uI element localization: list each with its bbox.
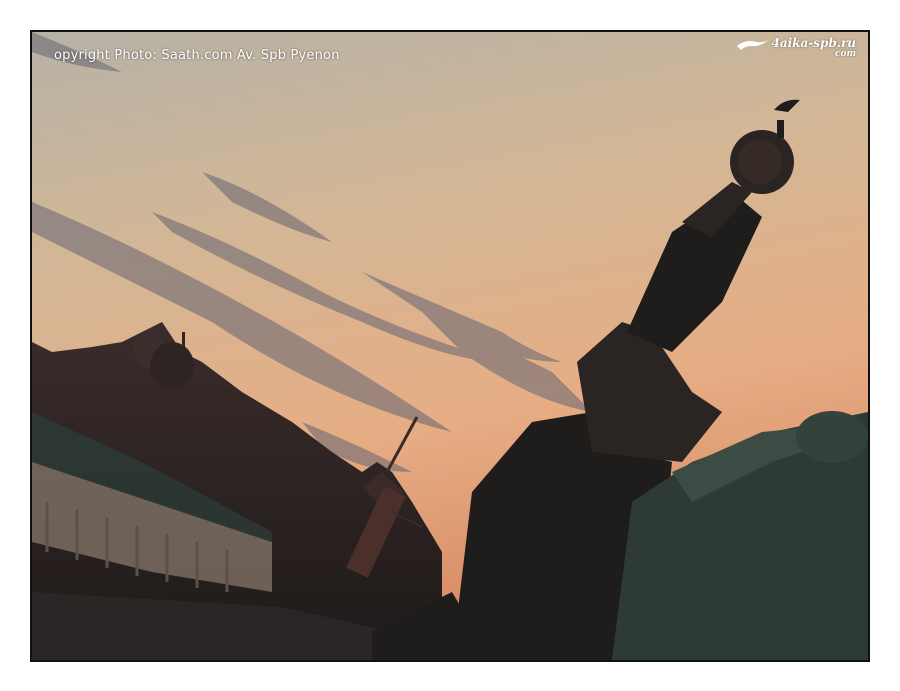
photo-frame: opyright Photo: Saath.com Av. Spb Pyenon… [30,30,870,662]
logo-line2: com [834,49,856,59]
copyright-watermark: opyright Photo: Saath.com Av. Spb Pyenon [54,48,340,63]
bird-logo-icon [737,40,769,50]
logo-text: 4aika-spb.ru com [771,36,856,60]
site-logo: 4aika-spb.ru com [735,36,856,60]
sunset-cityscape-photo [32,32,868,660]
logo-line1: 4aika-spb.ru [771,36,856,50]
